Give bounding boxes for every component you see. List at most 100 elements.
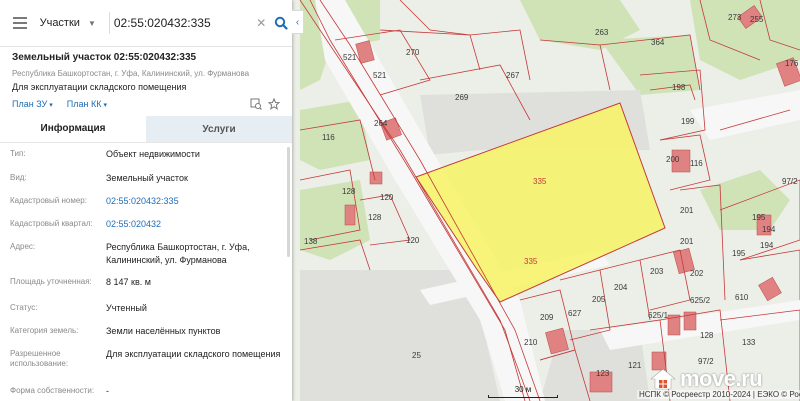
parcel-label: 128 xyxy=(700,331,714,340)
parcel-label: 521 xyxy=(343,53,357,62)
parcel-label: 128 xyxy=(368,213,382,222)
attribute-row: Статус: Учтенный xyxy=(0,297,292,320)
info-panel: Участки ▼ 02:55:020432:335 ✕ Земельный у… xyxy=(0,0,292,401)
parcel-label: 627 xyxy=(568,309,582,318)
parcel-label: 138 xyxy=(304,237,318,246)
parcel-label: 625/1 xyxy=(648,311,669,320)
map-search-icon[interactable] xyxy=(250,98,262,110)
clear-icon[interactable]: ✕ xyxy=(252,16,270,30)
cadastral-quarter-link[interactable]: 02:55:020432 xyxy=(106,213,282,236)
parcel-label: 201 xyxy=(680,237,694,246)
plan-zu-link[interactable]: План ЗУ ▾ xyxy=(12,99,53,109)
attribute-value: Земли населённых пунктов xyxy=(106,326,221,336)
parcel-label: 335 xyxy=(533,177,547,186)
parcel-label: 198 xyxy=(672,83,686,92)
divider xyxy=(108,12,110,34)
attribute-value: Для эксплуатации складского помещения xyxy=(106,349,281,359)
parcel-label: 205 xyxy=(592,295,606,304)
parcel-address: Республика Башкортостан, г. Уфа, Калинин… xyxy=(12,69,250,78)
attribute-label: Площадь уточненная: xyxy=(10,277,92,286)
parcel-label: 133 xyxy=(742,338,756,347)
plan-zu-label: План ЗУ xyxy=(12,99,48,109)
parcel-label: 116 xyxy=(322,133,335,142)
parcel-usage: Для эксплуатации складского помещения xyxy=(12,82,187,92)
collapse-panel-button[interactable]: ‹ xyxy=(292,10,304,34)
search-input[interactable]: 02:55:020432:335 xyxy=(114,16,253,30)
parcel-label: 200 xyxy=(666,155,680,164)
parcel-label: 204 xyxy=(614,283,628,292)
parcel-label: 120 xyxy=(406,236,420,245)
parcel-label: 201 xyxy=(680,206,694,215)
parcel-label: 521 xyxy=(373,71,387,80)
attribute-label: Тип: xyxy=(10,149,26,158)
parcel-label: 364 xyxy=(651,38,665,47)
parcel-label: 199 xyxy=(681,117,695,126)
attribute-value: - xyxy=(106,386,109,396)
attribute-label: Кадастровый квартал: xyxy=(10,219,93,228)
search-button[interactable] xyxy=(270,12,292,34)
attribute-row: Тип: Объект недвижимости xyxy=(0,143,292,167)
attribute-label: Кадастровый номер: xyxy=(10,196,87,205)
scale-bar xyxy=(488,395,558,398)
tab-services[interactable]: Услуги xyxy=(146,116,292,142)
attribute-row: Разрешенное использование: Для эксплуата… xyxy=(0,343,292,380)
parcel-label: 202 xyxy=(690,269,704,278)
attribute-row: Адрес: Республика Башкортостан, г. Уфа, … xyxy=(0,236,292,271)
parcel-label: 267 xyxy=(506,71,520,80)
panel-scrollbar[interactable] xyxy=(287,147,290,257)
chevron-down-icon: ▼ xyxy=(87,18,96,28)
house-icon xyxy=(650,368,676,390)
parcel-label: 273 xyxy=(728,13,742,22)
menu-button[interactable] xyxy=(0,0,40,47)
attribute-label: Форма собственности: xyxy=(10,386,95,395)
parcel-label: 269 xyxy=(455,93,469,102)
parcel-label: 209 xyxy=(540,313,554,322)
layer-select[interactable]: Участки ▼ xyxy=(40,10,109,36)
attribute-value: Учтенный xyxy=(106,303,147,313)
tabs: Информация Услуги xyxy=(0,116,292,142)
attribute-label: Вид: xyxy=(10,173,27,182)
parcel-label: 97/2 xyxy=(782,177,798,186)
star-icon[interactable] xyxy=(268,98,280,110)
parcel-title: Земельный участок 02:55:020432:335 xyxy=(12,52,197,63)
attribute-value: Объект недвижимости xyxy=(106,149,200,159)
attribute-value: Земельный участок xyxy=(106,173,188,183)
attribute-row: Форма собственности: - xyxy=(0,380,292,401)
attribute-row: Вид: Земельный участок xyxy=(0,167,292,190)
parcel-label: 195 xyxy=(752,213,766,222)
parcel-label: 116 xyxy=(690,159,703,168)
parcel-label: 123 xyxy=(596,369,610,378)
tab-info[interactable]: Информация xyxy=(0,116,146,142)
cadastral-number-link[interactable]: 02:55:020432:335 xyxy=(106,190,282,213)
attribute-value: 8 147 кв. м xyxy=(106,277,151,287)
attributes-list: Тип: Объект недвижимости Вид: Земельный … xyxy=(0,142,292,401)
search-icon xyxy=(274,16,288,30)
parcel-label: 194 xyxy=(760,241,774,250)
parcel-label: 610 xyxy=(735,293,749,302)
parcel-label: 120 xyxy=(380,193,394,202)
attribute-label: Категория земель: xyxy=(10,326,79,335)
map-copyright: НСПК © Росреестр 2010-2024 | ЕЭКО © Роср… xyxy=(637,390,800,399)
parcel-label: 335 xyxy=(524,257,538,266)
parcel-label: 97/2 xyxy=(698,357,714,366)
attribute-row: Категория земель: Земли населённых пункт… xyxy=(0,320,292,343)
attribute-row: Площадь уточненная: 8 147 кв. м xyxy=(0,271,292,297)
plan-kk-link[interactable]: План КК ▾ xyxy=(67,99,107,109)
parcel-label: 25 xyxy=(412,351,421,360)
parcel-label: 176 xyxy=(785,59,799,68)
parcel-label: 270 xyxy=(406,48,420,57)
brand-logo: move.ru xyxy=(650,366,763,392)
brand-name: move.ru xyxy=(680,366,763,391)
parcel-label: 210 xyxy=(524,338,538,347)
parcel-label: 128 xyxy=(342,187,356,196)
search-bar: Участки ▼ 02:55:020432:335 ✕ xyxy=(0,0,292,47)
parcel-label: 263 xyxy=(595,28,609,37)
parcel-label: 121 xyxy=(628,361,642,370)
chevron-down-icon: ▾ xyxy=(49,102,53,109)
parcel-label: 195 xyxy=(732,249,746,258)
attribute-label: Статус: xyxy=(10,303,38,312)
parcel-label: 203 xyxy=(650,267,664,276)
attribute-value: Республика Башкортостан, г. Уфа, Калинин… xyxy=(106,242,250,265)
chevron-left-icon: ‹ xyxy=(295,16,300,28)
map-scale: 30 м xyxy=(488,385,558,398)
